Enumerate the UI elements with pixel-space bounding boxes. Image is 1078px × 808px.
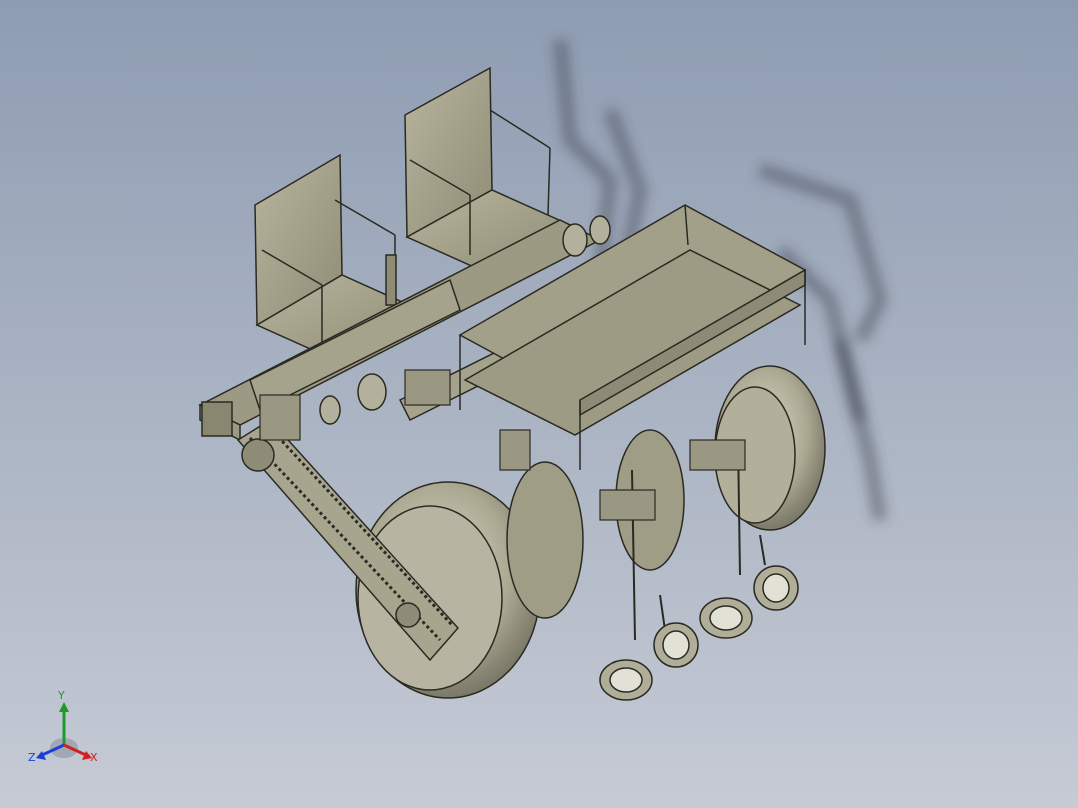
- gauge-wheels[interactable]: [599, 565, 799, 701]
- orientation-triad[interactable]: Y Z X: [24, 690, 114, 770]
- model-view[interactable]: [0, 0, 1078, 808]
- cad-graphics-area[interactable]: Y Z X: [0, 0, 1078, 808]
- middle-wheels[interactable]: [506, 429, 685, 619]
- z-axis-label: Z: [28, 751, 36, 764]
- x-axis-label: X: [90, 751, 98, 764]
- y-axis-label: Y: [58, 689, 65, 702]
- triad-graphic: [36, 702, 92, 760]
